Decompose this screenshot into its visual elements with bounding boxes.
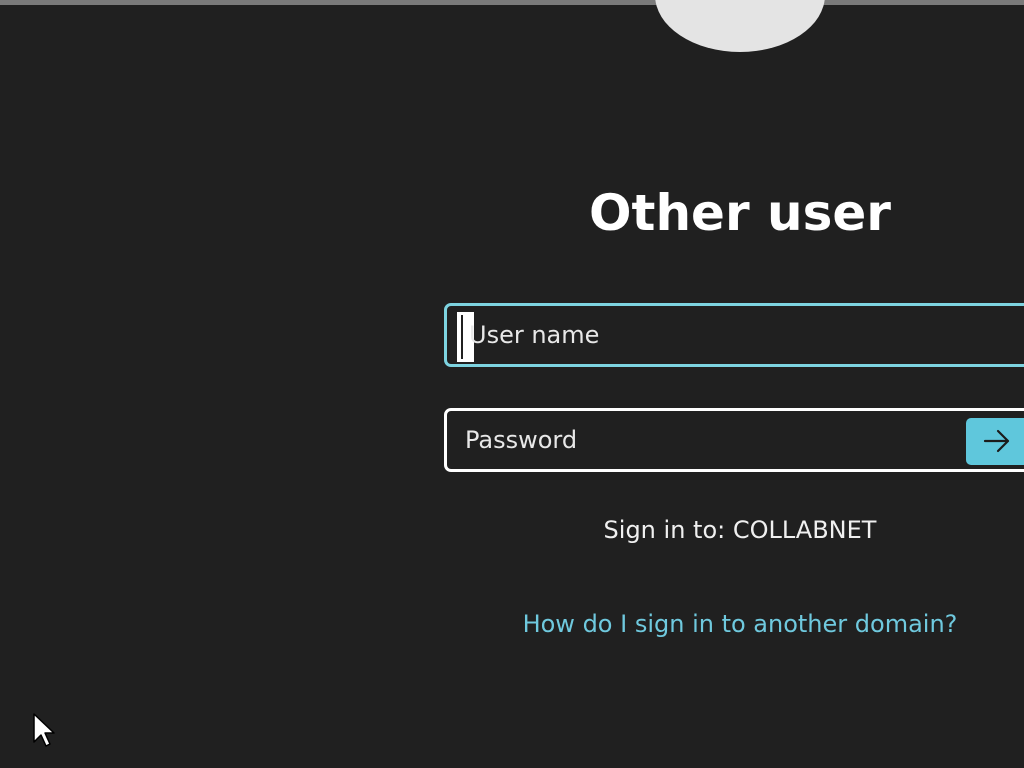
user-avatar [655,0,825,52]
username-placeholder: User name [469,321,600,349]
password-placeholder: Password [465,426,578,454]
lock-screen: Other user User name Password Sign in to… [0,0,1024,768]
arrow-right-icon [983,429,1010,453]
sign-in-domain-text: Sign in to: COLLABNET [603,516,877,544]
other-domain-help-link[interactable]: How do I sign in to another domain? [480,606,1000,642]
username-field[interactable]: User name [444,303,1024,367]
password-field[interactable]: Password [444,408,1024,472]
submit-button[interactable] [966,418,1024,465]
page-title: Other user [589,184,891,242]
mouse-pointer-icon [33,713,55,747]
window-top-border [0,0,1024,5]
